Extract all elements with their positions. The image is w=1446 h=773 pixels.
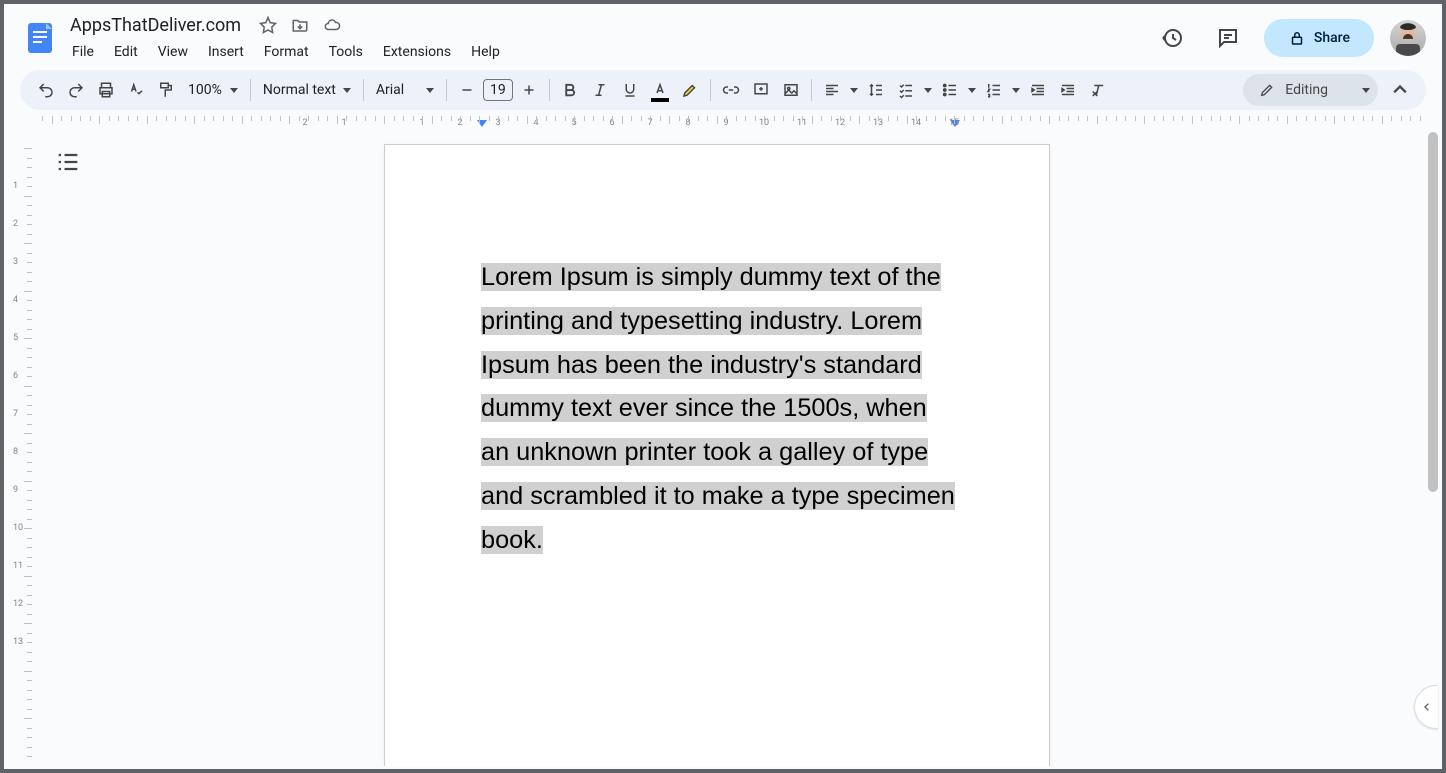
undo-button[interactable] — [32, 76, 60, 104]
separator — [811, 79, 812, 101]
editing-label: Editing — [1285, 82, 1328, 98]
cloud-icon[interactable] — [323, 16, 341, 34]
bulleted-dropdown[interactable] — [966, 76, 978, 104]
move-icon[interactable] — [291, 16, 309, 34]
insert-link-button[interactable] — [717, 76, 745, 104]
paragraph-style-select[interactable]: Normal text — [257, 76, 357, 104]
ruler-label: 3 — [13, 257, 18, 267]
align-dropdown[interactable] — [848, 76, 860, 104]
menubar: File Edit View Insert Format Tools Exten… — [64, 40, 508, 64]
chevron-down-icon — [426, 88, 434, 93]
star-icon[interactable] — [259, 16, 277, 34]
vertical-scrollbar[interactable] — [1428, 132, 1438, 532]
docs-logo[interactable] — [20, 18, 60, 58]
lock-icon — [1288, 29, 1306, 47]
font-size-input[interactable]: 19 — [483, 79, 513, 101]
pencil-icon — [1259, 82, 1275, 98]
avatar[interactable] — [1390, 20, 1426, 56]
bulleted-list-button[interactable] — [936, 76, 964, 104]
separator — [446, 79, 447, 101]
line-spacing-button[interactable] — [862, 76, 890, 104]
ruler-label: 6 — [13, 371, 18, 381]
zoom-value: 100% — [188, 82, 222, 98]
menu-edit[interactable]: Edit — [106, 40, 146, 64]
font-select[interactable]: Arial — [370, 76, 440, 104]
zoom-select[interactable]: 100% — [182, 76, 244, 104]
underline-button[interactable] — [616, 76, 644, 104]
ruler-label: 8 — [13, 447, 18, 457]
ruler-label: 7 — [13, 409, 18, 419]
ruler-label: 10 — [13, 523, 23, 533]
ruler-label: 4 — [13, 295, 18, 305]
spellcheck-button[interactable] — [122, 76, 150, 104]
font-size-increase[interactable] — [515, 76, 543, 104]
bold-button[interactable] — [556, 76, 584, 104]
ruler-label: 2 — [13, 219, 18, 229]
menu-insert[interactable]: Insert — [200, 40, 252, 64]
menu-view[interactable]: View — [150, 40, 196, 64]
chevron-down-icon — [230, 88, 238, 93]
separator — [250, 79, 251, 101]
font-size-decrease[interactable] — [453, 76, 481, 104]
separator — [549, 79, 550, 101]
italic-button[interactable] — [586, 76, 614, 104]
print-button[interactable] — [92, 76, 120, 104]
ruler-label: 9 — [13, 485, 18, 495]
checklist-button[interactable] — [892, 76, 920, 104]
insert-image-button[interactable] — [777, 76, 805, 104]
separator — [710, 79, 711, 101]
numbered-list-button[interactable] — [980, 76, 1008, 104]
share-label: Share — [1314, 30, 1350, 46]
scrollbar-thumb[interactable] — [1428, 132, 1438, 492]
menu-extensions[interactable]: Extensions — [375, 40, 459, 64]
paint-format-button[interactable] — [152, 76, 180, 104]
font-value: Arial — [376, 82, 404, 98]
menu-tools[interactable]: Tools — [321, 40, 371, 64]
menu-format[interactable]: Format — [256, 40, 317, 64]
ruler-label: 13 — [13, 637, 23, 647]
align-button[interactable] — [818, 76, 846, 104]
document-page[interactable]: Lorem Ipsum is simply dummy text of the … — [384, 144, 1050, 766]
header: AppsThatDeliver.com File Edit View Inser… — [4, 4, 1442, 66]
highlight-button[interactable] — [676, 76, 704, 104]
collapse-toolbar-button[interactable] — [1386, 76, 1414, 104]
clear-formatting-button[interactable] — [1084, 76, 1112, 104]
decrease-indent-button[interactable] — [1024, 76, 1052, 104]
horizontal-ruler[interactable]: 2 1 1 2 3 4 5 6 7 8 9 10 11 12 13 14 15 — [36, 116, 1426, 132]
share-button[interactable]: Share — [1264, 19, 1374, 57]
chevron-down-icon — [343, 88, 351, 93]
chevron-down-icon — [1362, 88, 1370, 93]
ruler-label: 12 — [13, 599, 23, 609]
comments-icon[interactable] — [1208, 18, 1248, 58]
document-body[interactable]: Lorem Ipsum is simply dummy text of the … — [481, 256, 959, 562]
history-icon[interactable] — [1152, 18, 1192, 58]
add-comment-button[interactable] — [747, 76, 775, 104]
ruler-label: 11 — [13, 561, 23, 571]
vertical-ruler[interactable]: 2 1 1 2 3 4 5 6 7 8 9 10 11 12 13 — [7, 132, 35, 766]
menu-file[interactable]: File — [64, 40, 102, 64]
checklist-dropdown[interactable] — [922, 76, 934, 104]
increase-indent-button[interactable] — [1054, 76, 1082, 104]
separator — [363, 79, 364, 101]
text-color-button[interactable] — [646, 76, 674, 104]
toolbar: 100% Normal text Arial 19 Editing — [20, 70, 1426, 110]
ruler-label: 1 — [13, 181, 18, 191]
redo-button[interactable] — [62, 76, 90, 104]
ruler-label: 5 — [13, 333, 18, 343]
menu-help[interactable]: Help — [463, 40, 508, 64]
document-title[interactable]: AppsThatDeliver.com — [64, 13, 247, 38]
outline-toggle-button[interactable] — [54, 148, 82, 176]
document-canvas[interactable]: Lorem Ipsum is simply dummy text of the … — [36, 132, 1438, 766]
numbered-dropdown[interactable] — [1010, 76, 1022, 104]
ruler-label: 2 — [302, 118, 307, 128]
selected-text[interactable]: Lorem Ipsum is simply dummy text of the … — [481, 263, 955, 554]
style-value: Normal text — [263, 82, 336, 98]
editing-mode-select[interactable]: Editing — [1243, 74, 1378, 106]
